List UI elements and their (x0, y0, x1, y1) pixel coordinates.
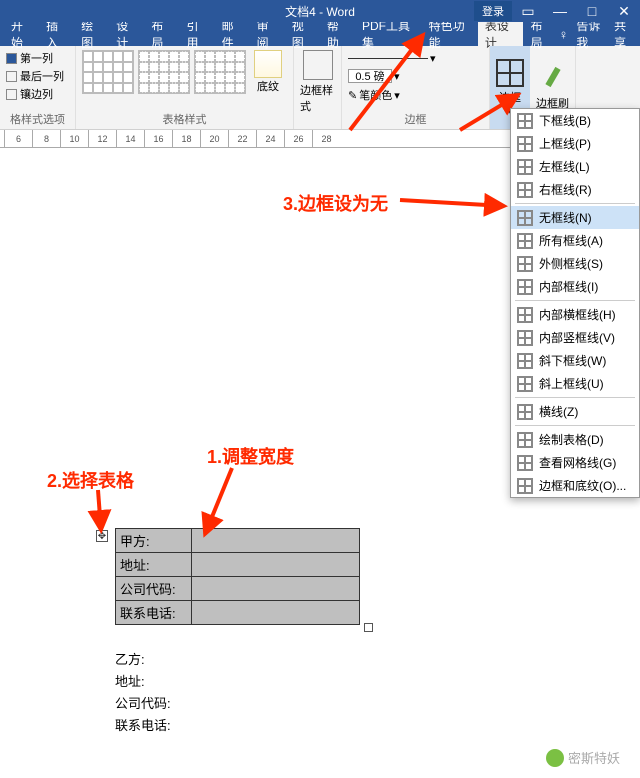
table-style-2[interactable] (138, 50, 190, 94)
checkbox-first-col[interactable] (6, 53, 17, 64)
shading-button[interactable]: 底纹 (250, 50, 286, 94)
menu-item[interactable]: 内部横框线(H) (511, 303, 639, 326)
maximize-icon[interactable]: □ (576, 0, 608, 22)
border-type-icon (517, 307, 533, 323)
title-bar: 文档4 - Word 登录 ▭ — □ ✕ (0, 0, 640, 22)
group-style-options: 格样式选项 (6, 111, 69, 127)
wechat-icon (546, 749, 564, 767)
border-type-icon (517, 353, 533, 369)
pen-color-button[interactable]: ✎笔颜色▾ (348, 87, 483, 103)
annotation-2: 2.选择表格 (47, 467, 134, 493)
menu-item[interactable]: 下框线(B) (511, 109, 639, 132)
ribbon-tabs: 开始 插入 绘图 设计 布局 引用 邮件 审阅 视图 帮助 PDF工具集 特色功… (0, 22, 640, 46)
minimize-icon[interactable]: — (544, 0, 576, 22)
checkbox-last-col[interactable] (6, 71, 17, 82)
label-last-col: 最后一列 (20, 68, 64, 84)
annotation-1: 1.调整宽度 (207, 443, 294, 469)
tell-me-icon[interactable]: ♀ (559, 27, 569, 42)
login-button[interactable]: 登录 (474, 1, 512, 21)
border-type-icon (517, 478, 533, 494)
table-row: 公司代码: (116, 577, 360, 601)
border-type-icon (517, 256, 533, 272)
border-weight-input[interactable] (348, 69, 392, 83)
border-type-icon (517, 159, 533, 175)
menu-item[interactable]: 左框线(L) (511, 155, 639, 178)
menu-item[interactable]: 无框线(N) (511, 206, 639, 229)
selected-table[interactable]: 甲方: 地址: 公司代码: 联系电话: (115, 528, 360, 625)
table-row: 甲方: (116, 529, 360, 553)
table-row: 联系电话: (116, 601, 360, 625)
body-text[interactable]: 乙方: 地址: 公司代码: 联系电话: (115, 649, 540, 737)
border-type-icon (517, 210, 533, 226)
border-type-icon (517, 432, 533, 448)
menu-item[interactable]: 右框线(R) (511, 178, 639, 201)
border-style-button[interactable]: 边框样式 (300, 50, 335, 114)
table-move-handle[interactable]: ✥ (96, 530, 108, 542)
border-type-icon (517, 404, 533, 420)
annotation-3: 3.边框设为无 (283, 190, 388, 216)
table-resize-handle[interactable] (364, 623, 373, 632)
close-icon[interactable]: ✕ (608, 0, 640, 22)
menu-item[interactable]: 查看网格线(G) (511, 451, 639, 474)
menu-item[interactable]: 绘制表格(D) (511, 428, 639, 451)
menu-item[interactable]: 内部框线(I) (511, 275, 639, 298)
border-type-icon (517, 279, 533, 295)
page: 甲方: 地址: 公司代码: 联系电话: 乙方: 地址: 公司代码: 联系电话: (100, 528, 540, 778)
border-style-icon (303, 50, 333, 80)
menu-item[interactable]: 外侧框线(S) (511, 252, 639, 275)
border-type-icon (517, 376, 533, 392)
group-borders: 边框 (348, 111, 483, 127)
tell-me[interactable]: 告诉我 (576, 17, 606, 51)
label-first-col: 第一列 (20, 50, 53, 66)
menu-item[interactable]: 所有框线(A) (511, 229, 639, 252)
borders-icon (496, 59, 524, 87)
menu-item[interactable]: 横线(Z) (511, 400, 639, 423)
border-line-style[interactable]: ▾ (348, 52, 483, 65)
watermark: 密斯特妖 (546, 748, 620, 767)
border-type-icon (517, 113, 533, 129)
table-style-3[interactable] (194, 50, 246, 94)
ribbon-options-icon[interactable]: ▭ (512, 0, 544, 22)
menu-item[interactable]: 上框线(P) (511, 132, 639, 155)
brush-icon (539, 65, 567, 93)
checkbox-banded-col[interactable] (6, 89, 17, 100)
table-row: 地址: (116, 553, 360, 577)
document-title: 文档4 - Word (285, 3, 355, 20)
shading-icon (254, 50, 282, 78)
border-type-icon (517, 455, 533, 471)
border-type-icon (517, 330, 533, 346)
menu-item[interactable]: 斜上框线(U) (511, 372, 639, 395)
border-type-icon (517, 136, 533, 152)
share-button[interactable]: 共享 (614, 17, 634, 51)
label-banded-col: 镶边列 (20, 86, 53, 102)
menu-item[interactable]: 边框和底纹(O)... (511, 474, 639, 497)
border-type-icon (517, 233, 533, 249)
border-type-icon (517, 182, 533, 198)
menu-item[interactable]: 斜下框线(W) (511, 349, 639, 372)
group-table-styles: 表格样式 (82, 111, 287, 127)
menu-item[interactable]: 内部竖框线(V) (511, 326, 639, 349)
table-style-1[interactable] (82, 50, 134, 94)
borders-dropdown-menu: 下框线(B)上框线(P)左框线(L)右框线(R) 无框线(N)所有框线(A)外侧框… (510, 108, 640, 498)
